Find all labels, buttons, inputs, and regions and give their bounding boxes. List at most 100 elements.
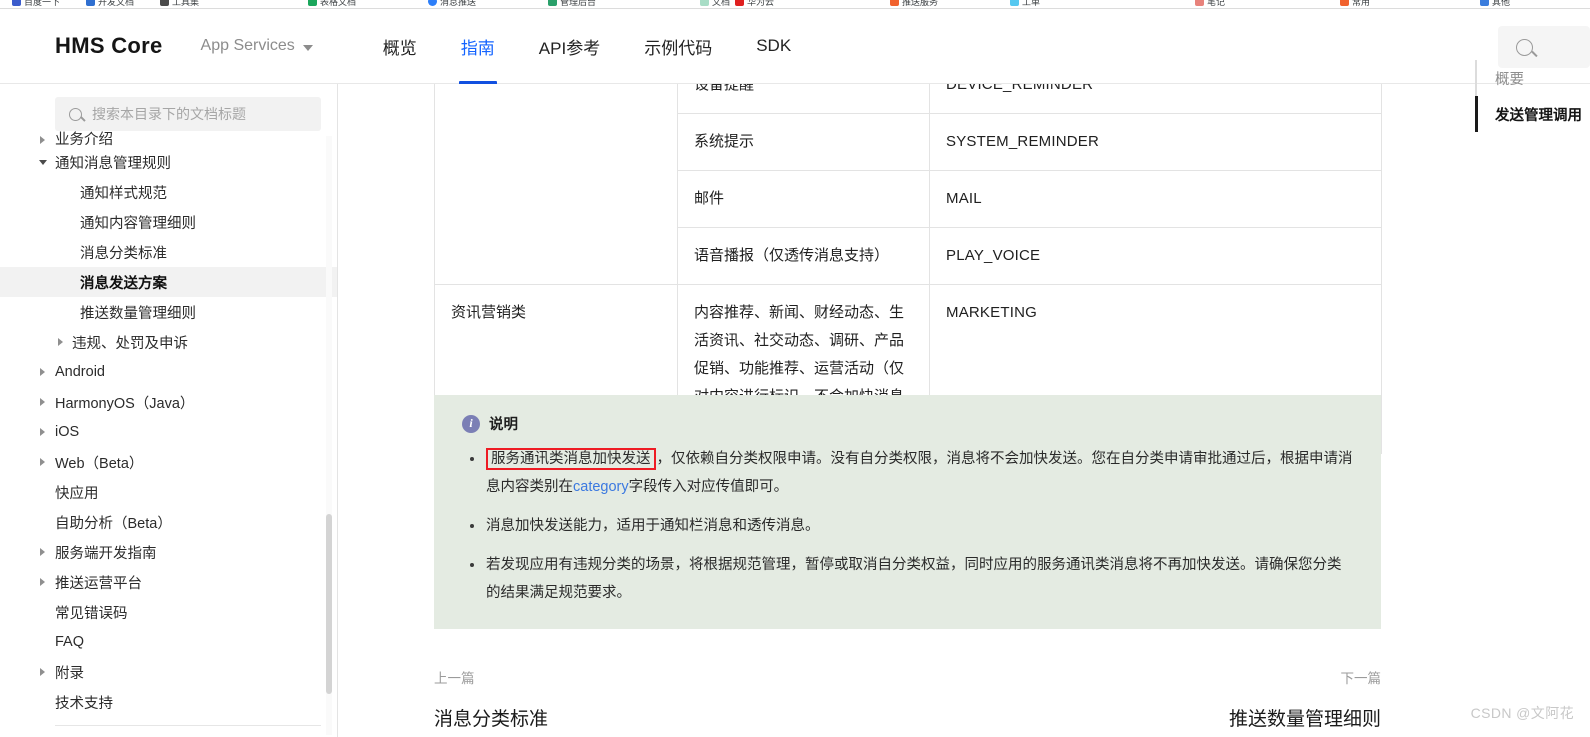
bookmark-favicon xyxy=(1195,0,1204,6)
sidebar-item-push-quantity-rules[interactable]: 推送数量管理细则 xyxy=(0,297,337,327)
sidebar-item-quick-app[interactable]: 快应用 xyxy=(0,477,337,507)
tab-overview[interactable]: 概览 xyxy=(361,9,439,84)
sidebar-item-label: 自助分析（Beta） xyxy=(55,515,172,532)
bookmark-label: 华为云 xyxy=(747,0,775,7)
note-bullet-3: 若发现应用有违规分类的场景，将根据规范管理，暂停或取消自分类权益，同时应用的服务… xyxy=(462,551,1355,607)
bookmark-item[interactable]: 管理后台 xyxy=(548,0,596,8)
table-cell-subtype: 设备提醒 xyxy=(677,84,930,114)
sidebar-item-notification-rules[interactable]: 通知消息管理规则 xyxy=(0,147,337,177)
pager-next[interactable]: 下一篇 推送数量管理细则 xyxy=(1229,667,1381,731)
bookmark-item[interactable]: 其他 xyxy=(1480,0,1510,8)
bookmark-label: 笔记 xyxy=(1207,0,1226,7)
sidebar-item-label: 消息分类标准 xyxy=(80,245,167,262)
toc-item-overview[interactable]: 概要 xyxy=(1475,60,1590,96)
sidebar-item-faq[interactable]: FAQ xyxy=(0,627,337,657)
page-root: 百度一下 开发文档 工具集 表格文档 消息推送 管理后台 文档 华为云 推送服务… xyxy=(0,0,1590,737)
pager-prev-label: 上一篇 xyxy=(434,671,475,686)
bookmark-item[interactable]: 消息推送 xyxy=(428,0,476,8)
sidebar-item-technical-support[interactable]: 技术支持 xyxy=(0,687,337,717)
sidebar-item-message-classification[interactable]: 消息分类标准 xyxy=(0,237,337,267)
sidebar-item-appendix[interactable]: 附录 xyxy=(0,657,337,687)
bookmark-item[interactable]: 推送服务 xyxy=(890,0,938,8)
watermark: CSDN @文阿花 xyxy=(1470,705,1574,721)
pager-next-label: 下一篇 xyxy=(1340,671,1382,686)
sidebar-search-input[interactable]: 搜索本目录下的文档标题 xyxy=(55,97,321,131)
sidebar-item-violation-penalty-appeal[interactable]: 违规、处罚及申诉 xyxy=(0,327,337,357)
doc-inner: 设备提醒 DEVICE_REMINDER 系统提示 SYSTEM_REMINDE… xyxy=(339,84,1590,737)
sidebar-item-notification-content[interactable]: 通知内容管理细则 xyxy=(0,207,337,237)
bookmark-item[interactable]: 百度一下 xyxy=(12,0,60,8)
bookmark-item[interactable]: 华为云 xyxy=(735,0,774,8)
pager-prev-title[interactable]: 消息分类标准 xyxy=(434,704,548,731)
tab-api-reference[interactable]: API参考 xyxy=(517,9,622,84)
tab-sample-code[interactable]: 示例代码 xyxy=(622,9,734,84)
sidebar-item-message-send-plan[interactable]: 消息发送方案 xyxy=(0,267,337,297)
app-services-label: App Services xyxy=(200,37,295,54)
bookmark-label: 其他 xyxy=(1492,0,1511,7)
bookmark-label: 文档 xyxy=(712,0,731,7)
bookmark-favicon xyxy=(548,0,557,6)
sidebar-item-label: iOS xyxy=(55,424,80,440)
bookmark-favicon xyxy=(428,0,437,6)
sidebar-item-android[interactable]: Android xyxy=(0,357,337,387)
brand-logo[interactable]: HMS Core xyxy=(55,33,163,59)
pager-prev[interactable]: 上一篇 消息分类标准 xyxy=(434,667,548,731)
sidebar-search-placeholder: 搜索本目录下的文档标题 xyxy=(92,106,246,122)
bookmark-favicon xyxy=(86,0,95,6)
bookmark-favicon xyxy=(1480,0,1489,6)
sidebar-scrollbar-thumb[interactable] xyxy=(326,514,332,694)
chevron-right-icon xyxy=(40,136,45,144)
tab-sdk[interactable]: SDK xyxy=(734,9,813,84)
chevron-right-icon xyxy=(40,578,45,586)
bookmark-item[interactable]: 开发文档 xyxy=(86,0,134,8)
sidebar-item-ios[interactable]: iOS xyxy=(0,417,337,447)
bookmark-item[interactable]: 文档 xyxy=(700,0,730,8)
sidebar-footer-unified-scan-service[interactable]: 统一扫码服务 xyxy=(0,726,337,737)
table-cell-value: PLAY_VOICE xyxy=(929,227,1382,285)
chevron-right-icon xyxy=(40,398,45,406)
bookmark-label: 工单 xyxy=(1022,0,1041,7)
bookmark-item[interactable]: 笔记 xyxy=(1195,0,1225,8)
bookmark-label: 开发文档 xyxy=(98,0,135,7)
bookmark-favicon xyxy=(735,0,744,6)
site-header: HMS Core App Services 概览 指南 API参考 示例代码 S… xyxy=(0,9,1590,85)
toc-item-send-management-call[interactable]: 发送管理调用 xyxy=(1475,96,1590,132)
sidebar-item-label: 推送运营平台 xyxy=(55,575,142,592)
search-icon xyxy=(1516,38,1533,56)
bookmark-favicon xyxy=(160,0,169,6)
chevron-right-icon xyxy=(40,428,45,436)
chevron-right-icon xyxy=(40,458,45,466)
sidebar-item-harmonyos-java[interactable]: HarmonyOS（Java） xyxy=(0,387,337,417)
sidebar-item-server-dev-guide[interactable]: 服务端开发指南 xyxy=(0,537,337,567)
sidebar-item-label: 业务介绍 xyxy=(55,131,113,148)
bookmark-item[interactable]: 表格文档 xyxy=(308,0,356,8)
note-bullet-list: 服务通讯类消息加快发送 ，仅依赖自分类权限申请。没有自分类权限，消息将不会加快发送… xyxy=(462,445,1355,607)
sidebar-item-business-intro[interactable]: 业务介绍 xyxy=(0,129,337,147)
bookmark-label: 百度一下 xyxy=(24,0,61,7)
sidebar-search-wrap: 搜索本目录下的文档标题 xyxy=(0,84,337,131)
app-services-dropdown[interactable]: App Services xyxy=(201,37,313,55)
chevron-right-icon xyxy=(58,338,63,346)
bookmark-item[interactable]: 常用 xyxy=(1340,0,1370,8)
table-cell-subtype: 邮件 xyxy=(677,170,930,228)
search-icon xyxy=(69,107,82,121)
sidebar-item-label: 推送数量管理细则 xyxy=(80,305,196,322)
sidebar-item-web-beta[interactable]: Web（Beta） xyxy=(0,447,337,477)
sidebar-item-notification-style[interactable]: 通知样式规范 xyxy=(0,177,337,207)
bookmark-item[interactable]: 工具集 xyxy=(160,0,199,8)
pager-next-title[interactable]: 推送数量管理细则 xyxy=(1229,704,1381,731)
note-title: 说明 xyxy=(489,417,518,433)
sidebar-item-common-error-codes[interactable]: 常见错误码 xyxy=(0,597,337,627)
bookmark-label: 推送服务 xyxy=(902,0,939,7)
sidebar-item-self-analysis-beta[interactable]: 自助分析（Beta） xyxy=(0,507,337,537)
bookmark-item[interactable]: 工单 xyxy=(1010,0,1040,8)
table-cell-value: SYSTEM_REMINDER xyxy=(929,113,1382,171)
primary-nav: 概览 指南 API参考 示例代码 SDK xyxy=(361,9,813,85)
sidebar-item-label: 消息发送方案 xyxy=(80,275,167,292)
table-cell-value: DEVICE_REMINDER xyxy=(929,84,1382,114)
tab-guide[interactable]: 指南 xyxy=(439,9,517,85)
sidebar-item-push-ops-platform[interactable]: 推送运营平台 xyxy=(0,567,337,597)
chevron-down-icon xyxy=(39,159,47,165)
category-link[interactable]: category xyxy=(573,479,629,495)
doc-content-area: 设备提醒 DEVICE_REMINDER 系统提示 SYSTEM_REMINDE… xyxy=(339,84,1590,737)
